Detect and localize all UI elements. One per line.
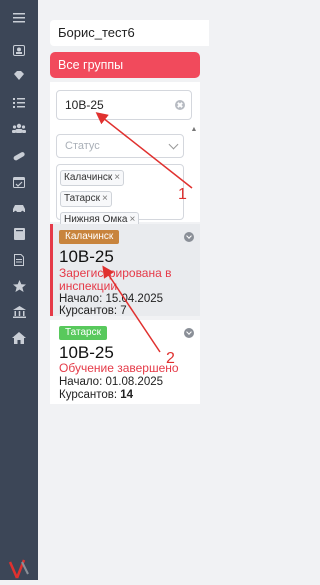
group-cadets-count: Курсантов: 14 bbox=[59, 389, 133, 402]
people-group-icon[interactable] bbox=[0, 118, 38, 138]
remove-tag-icon[interactable]: × bbox=[114, 172, 120, 183]
user-name-field[interactable]: Борис_тест6 bbox=[50, 20, 209, 46]
stylized-logo-icon bbox=[8, 556, 30, 580]
group-status: Зарегистрирована в инспекции bbox=[59, 266, 172, 293]
scroll-up-arrow-icon[interactable]: ▲ bbox=[190, 126, 198, 134]
group-card[interactable]: Татарск 10В-25 Обучение завершено Начало… bbox=[50, 320, 200, 404]
groups-panel: Борис_тест6 Все группы 10В-25 ▲ Статус К… bbox=[38, 0, 209, 580]
cadets-label: Курсантов: bbox=[59, 389, 118, 401]
city-tag-label: Татарск bbox=[64, 193, 100, 204]
home-icon[interactable] bbox=[0, 328, 38, 348]
group-card[interactable]: Калачинск 10В-25 Зарегистрирована в инсп… bbox=[50, 224, 200, 317]
car-icon[interactable] bbox=[0, 198, 38, 218]
document-icon[interactable] bbox=[0, 250, 38, 270]
group-search-input[interactable]: 10В-25 bbox=[56, 90, 192, 120]
menu-icon[interactable] bbox=[0, 8, 38, 28]
group-cadets-count: Курсантов: 7 bbox=[59, 305, 127, 317]
star-icon[interactable] bbox=[0, 276, 38, 296]
group-search-value: 10В-25 bbox=[65, 98, 104, 112]
annotation-label-2: 2 bbox=[166, 350, 175, 367]
gem-icon[interactable] bbox=[0, 66, 38, 86]
pills-icon[interactable] bbox=[0, 146, 38, 166]
status-select[interactable]: Статус bbox=[56, 134, 184, 158]
city-badge: Татарск bbox=[59, 326, 107, 340]
chevron-down-icon bbox=[168, 139, 179, 150]
expand-toggle-icon[interactable] bbox=[184, 232, 194, 242]
calendar-check-icon[interactable] bbox=[0, 172, 38, 192]
group-name: 10В-25 bbox=[59, 247, 114, 266]
icon-sidebar bbox=[0, 0, 38, 580]
checklist-icon[interactable] bbox=[0, 92, 38, 112]
group-start-date: Начало: 01.08.2025 bbox=[59, 376, 164, 388]
remove-tag-icon[interactable]: × bbox=[102, 193, 108, 204]
city-tag-label: Калачинск bbox=[64, 172, 113, 183]
book-icon[interactable] bbox=[0, 224, 38, 244]
annotation-label-1: 1 bbox=[178, 186, 187, 203]
status-placeholder: Статус bbox=[65, 140, 100, 152]
clear-search-icon[interactable] bbox=[175, 100, 185, 110]
all-groups-button[interactable]: Все группы bbox=[50, 52, 200, 78]
group-status: Обучение завершено bbox=[59, 361, 179, 375]
city-badge: Калачинск bbox=[59, 230, 120, 244]
profile-card-icon[interactable] bbox=[0, 40, 38, 60]
city-tag[interactable]: Калачинск × bbox=[60, 170, 125, 186]
cadets-value: 14 bbox=[120, 389, 134, 401]
bank-icon[interactable] bbox=[0, 302, 38, 322]
city-tags-select[interactable]: Калачинск × Татарск × Нижняя Омка × bbox=[56, 164, 184, 228]
group-name: 10В-25 bbox=[59, 343, 114, 362]
city-tag[interactable]: Татарск × bbox=[60, 191, 112, 207]
expand-toggle-icon[interactable] bbox=[184, 328, 194, 338]
